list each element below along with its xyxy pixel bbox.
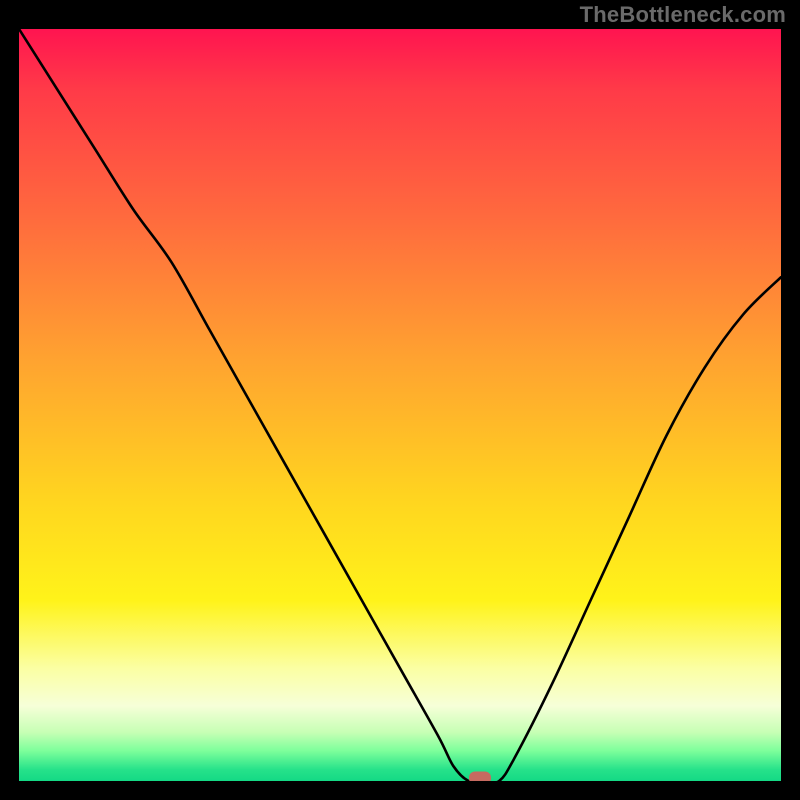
optimum-marker <box>469 772 491 782</box>
bottleneck-curve <box>19 29 781 781</box>
plot-area <box>19 29 781 781</box>
curve-path <box>19 29 781 781</box>
watermark-text: TheBottleneck.com <box>580 2 786 28</box>
chart-frame: TheBottleneck.com <box>0 0 800 800</box>
